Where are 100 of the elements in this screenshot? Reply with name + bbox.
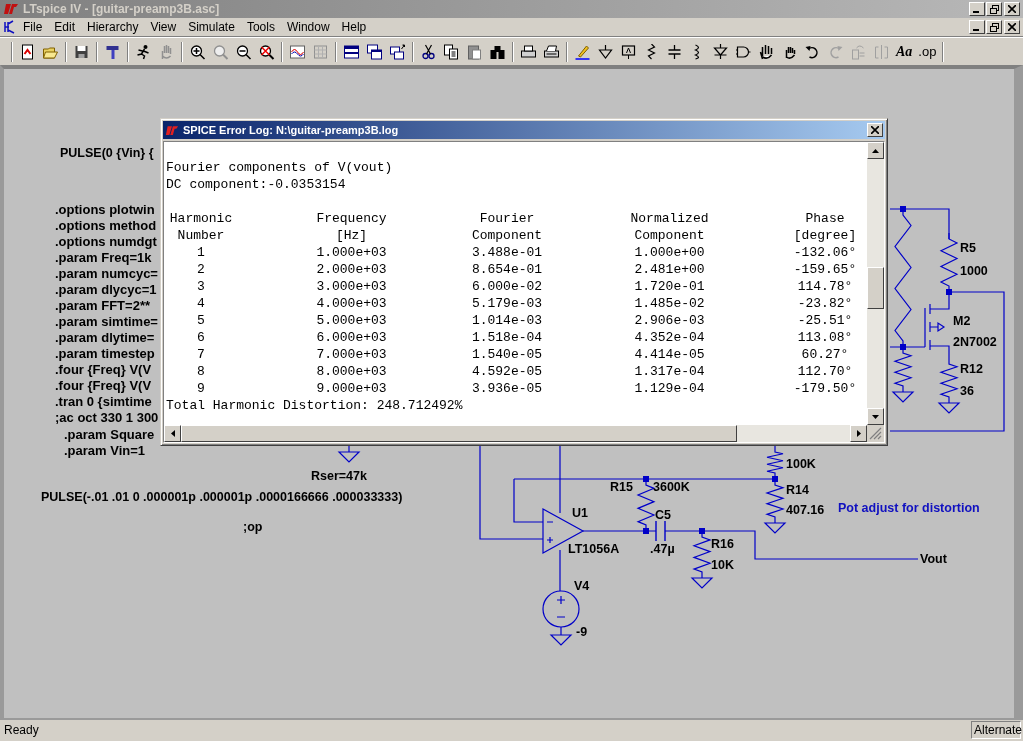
table-cell-text: 6.000e-02 — [470, 278, 544, 295]
resize-grip-icon[interactable] — [867, 425, 882, 440]
table-cell-text: 2.481e+00 — [633, 261, 706, 278]
up-arrow-icon — [872, 148, 879, 153]
table-cell-text: 7 — [196, 346, 206, 363]
component-label: 10K — [711, 557, 734, 573]
scrollbar-thumb[interactable] — [867, 267, 884, 309]
restore-button[interactable] — [986, 20, 1002, 34]
table-cell-text: 9 — [196, 380, 206, 397]
table-cell-text: 3.936e-05 — [470, 380, 544, 397]
menu-item[interactable]: Tools — [240, 19, 281, 35]
table-cell-text: 1.014e-03 — [470, 312, 544, 329]
scroll-down-button[interactable] — [867, 408, 884, 425]
table-cell-text: 112.70° — [796, 363, 854, 380]
menu-item[interactable]: Help — [335, 19, 373, 35]
right-arrow-icon — [856, 430, 861, 437]
table-cell-text: 1.540e-05 — [470, 346, 544, 363]
table-cell-text: 1.129e-04 — [633, 380, 706, 397]
menu-item[interactable]: Window — [280, 19, 336, 35]
column-header: Frequency — [315, 210, 388, 227]
table-cell-text: 1.720e-01 — [633, 278, 706, 295]
table-cell-text: -25.51° — [796, 312, 854, 329]
close-button[interactable] — [1004, 2, 1020, 16]
spice-directive: .param timestep — [55, 346, 156, 362]
column-header: [Hz] — [334, 227, 369, 244]
table-cell-text: 4.414e-05 — [633, 346, 706, 363]
log-line: Fourier components of V(vout) — [166, 159, 394, 176]
close-button[interactable] — [1004, 20, 1020, 34]
component-label: -9 — [576, 624, 588, 640]
close-button[interactable] — [867, 123, 883, 137]
table-cell-text: 4.592e-05 — [470, 363, 544, 380]
table-cell: -179.50° — [792, 380, 858, 397]
component-label: Rser=47k — [311, 468, 367, 484]
ground-symbol — [937, 402, 961, 414]
font-button[interactable]: Aa — [893, 43, 916, 60]
table-cell-text: 3.488e-01 — [470, 244, 544, 261]
restore-button[interactable] — [986, 2, 1002, 16]
component-label: R14 — [786, 482, 809, 498]
column-header: Number — [176, 227, 226, 244]
component-label: R5 — [960, 240, 976, 256]
table-cell-text: 113.08° — [796, 329, 854, 346]
window-title: LTspice IV - [guitar-preamp3B.asc] — [23, 2, 221, 16]
scrollbar-thumb[interactable] — [181, 425, 737, 442]
component-label: R16 — [711, 536, 734, 552]
component-label: R15 — [610, 479, 633, 495]
scroll-left-button[interactable] — [164, 425, 181, 442]
column-header: Normalized — [629, 210, 710, 227]
minimize-button[interactable] — [969, 2, 985, 16]
component-label: 36 — [960, 383, 974, 399]
menu-item[interactable]: View — [144, 19, 183, 35]
log-line: DC component:-0.0353154 — [166, 176, 347, 193]
menu-item[interactable]: Hierarchy — [81, 19, 145, 35]
column-header: Component — [470, 227, 544, 244]
table-cell-text: 5 — [196, 312, 206, 329]
table-cell-text: 3 — [196, 278, 206, 295]
minimize-button[interactable] — [969, 20, 985, 34]
column-header: Phase — [804, 210, 846, 227]
spice-directive: .param dlycyc=1 — [55, 282, 158, 298]
component-label: 2N7002 — [953, 334, 997, 350]
table-cell-text: -23.82° — [796, 295, 854, 312]
table-cell: -159.65° — [792, 261, 858, 278]
status-mode: Alternate — [971, 721, 1021, 739]
component-label: LT1056A — [568, 541, 620, 557]
spice-directive: .tran 0 {simtime — [55, 394, 153, 410]
table-cell-text: 60.27° — [800, 346, 850, 363]
table-cell-text: 6.000e+03 — [315, 329, 388, 346]
transistor-icon — [3, 20, 17, 34]
scroll-right-button[interactable] — [850, 425, 867, 442]
table-cell-text: 9.000e+03 — [315, 380, 388, 397]
resistor — [692, 530, 712, 579]
component-label: .47µ — [650, 541, 675, 557]
spice-directive: .param simtime= — [55, 314, 159, 330]
table-cell-text: 8.654e-01 — [470, 261, 544, 278]
scroll-up-button[interactable] — [867, 142, 884, 159]
column-header: Fourier — [478, 210, 536, 227]
menu-item[interactable]: Edit — [48, 19, 82, 35]
table-cell-text: 4.352e-04 — [633, 329, 706, 346]
menu-item[interactable]: Simulate — [182, 19, 241, 35]
down-arrow-icon — [872, 414, 879, 419]
table-cell-text: 1.485e-02 — [633, 295, 706, 312]
table-cell: -132.06° — [792, 244, 858, 261]
table-cell-text: 2.906e-03 — [633, 312, 706, 329]
spice-directive: .four {Freq} V(V — [55, 378, 153, 394]
spice-directive: .param Vin=1 — [64, 443, 147, 459]
table-cell-text: 114.78° — [796, 278, 854, 295]
close-icon — [1008, 5, 1016, 13]
close-icon — [1008, 23, 1016, 31]
left-arrow-icon — [170, 430, 175, 437]
component-label: 1000 — [960, 263, 988, 279]
menu-item[interactable]: File — [17, 19, 49, 35]
component-label: C5 — [655, 507, 671, 523]
log-line: Total Harmonic Distortion: 248.712492% — [166, 397, 464, 414]
table-cell-text: 1.000e+03 — [315, 244, 388, 261]
column-header: [degree] — [792, 227, 858, 244]
table-cell-text: 8.000e+03 — [315, 363, 388, 380]
component-label: PULSE(-.01 .01 0 .000001p .000001p .0000166666 .000033333) — [41, 489, 403, 505]
spice-directive-button[interactable]: .op — [915, 44, 940, 59]
spice-directive: .param numcyc= — [55, 266, 159, 282]
table-cell-text: 1.317e-04 — [633, 363, 706, 380]
component-label: V4 — [574, 578, 590, 594]
